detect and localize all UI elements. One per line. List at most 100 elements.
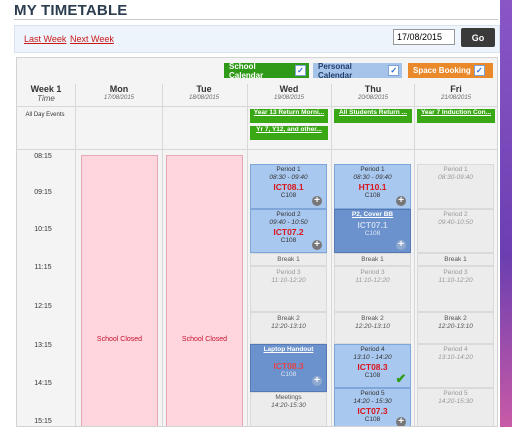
class-code: ICT07.2 (273, 227, 304, 237)
period-time: 11:10-12:20 (271, 277, 306, 284)
period-time: 13:10 - 14:20 (353, 354, 392, 361)
plus-icon[interactable]: + (312, 196, 322, 206)
period-3[interactable]: Period 3 11:10-12:20 (417, 266, 494, 312)
column-divider (414, 84, 415, 426)
lesson-thu-period-4[interactable]: Period 4 13:10 - 14:20 ICT08.3 C108 ✔ (334, 344, 411, 388)
plus-icon[interactable]: + (396, 240, 406, 250)
school-closed-block[interactable]: School Closed (166, 155, 243, 426)
period-name: Period 5 (360, 390, 385, 397)
lesson-thu-period-5[interactable]: Period 5 14:20 - 15:30 ICT07.3 C108 + (334, 388, 411, 426)
plus-icon[interactable]: + (396, 417, 406, 426)
day-date: 18/08/2015 (188, 95, 220, 101)
all-day-event[interactable]: Yr 7, Y12, and other... (250, 126, 328, 140)
day-header-wed: Wed 19/08/2015 (247, 84, 331, 101)
school-closed-label: School Closed (181, 336, 228, 343)
period-5[interactable]: Period 5 14:20-15:30 (417, 388, 494, 426)
last-week-link[interactable]: Last Week (24, 34, 66, 44)
plus-icon[interactable]: + (312, 376, 322, 386)
period-name: Period 4 (443, 346, 468, 353)
day-header-thu: Thu 20/08/2015 (331, 84, 415, 101)
header-divider (17, 106, 497, 107)
event-title: P2, Cover BB (351, 211, 394, 218)
break-1: Break 1 (417, 253, 494, 266)
lesson-thu-period-1[interactable]: Period 1 08:30 - 09:40 HT10.1 C108 + (334, 164, 411, 209)
go-button[interactable]: Go (461, 28, 495, 47)
week-label: Week 1 (30, 84, 62, 94)
window-edge-decoration (500, 0, 512, 427)
break-name: Break 2 (277, 315, 300, 322)
plus-icon[interactable]: + (312, 240, 322, 250)
all-day-event[interactable]: All Students Return ... (334, 109, 412, 123)
check-icon: ✓ (388, 65, 399, 76)
time-label: 09:15 (34, 189, 52, 196)
day-date: 20/08/2015 (357, 95, 389, 101)
time-label: 13:15 (34, 342, 52, 349)
period-3[interactable]: Period 3 11:10-12:20 (250, 266, 327, 312)
room: C108 (364, 230, 381, 237)
period-name: Period 5 (443, 390, 468, 397)
day-header-mon: Mon 17/08/2015 (77, 84, 161, 101)
time-label: 08:15 (34, 153, 52, 160)
school-closed-block[interactable]: School Closed (81, 155, 158, 426)
week-navigation-bar: Last Week Next Week Go (14, 25, 500, 53)
column-divider (162, 84, 163, 426)
period-name: Period 3 (360, 269, 385, 276)
personal-calendar-toggle[interactable]: Personal Calendar ✓ (313, 61, 402, 80)
next-week-link[interactable]: Next Week (70, 34, 114, 44)
all-day-event[interactable]: Year 7 Induction Con... (417, 109, 495, 123)
allday-divider (17, 149, 497, 150)
break-time: 12:20-13:10 (355, 323, 390, 330)
period-1[interactable]: Period 1 08:30-09:40 (417, 164, 494, 209)
space-booking-toggle[interactable]: Space Booking ✓ (408, 63, 493, 78)
personal-calendar-label: Personal Calendar (318, 61, 353, 80)
time-label: 15:15 (34, 418, 52, 425)
period-time: 08:30-09:40 (438, 174, 473, 181)
school-calendar-label: School Calendar (229, 61, 264, 80)
event-title: Laptop Handout (263, 346, 314, 353)
all-day-events-label: All Day Events (25, 112, 65, 118)
date-input[interactable] (393, 29, 455, 45)
column-divider (331, 84, 332, 426)
column-divider (247, 84, 248, 426)
day-date: 19/08/2015 (273, 95, 305, 101)
period-time: 11:10-12:20 (438, 277, 473, 284)
lesson-wed-period-2[interactable]: Period 2 09:40 - 10:50 ICT07.2 C108 + (250, 209, 327, 253)
plus-icon[interactable]: + (396, 196, 406, 206)
school-calendar-toggle[interactable]: School Calendar ✓ (224, 61, 309, 80)
lesson-wed-period-1[interactable]: Period 1 08:30 - 09:40 ICT08.1 C108 + (250, 164, 327, 209)
class-code: ICT08.1 (273, 182, 304, 192)
day-date: 21/08/2015 (440, 95, 472, 101)
period-name: Period 1 (276, 166, 301, 173)
break-2: Break 2 12:20-13:10 (417, 312, 494, 344)
day-header-tue: Tue 18/08/2015 (162, 84, 246, 101)
timetable-grid: School Calendar ✓ Personal Calendar ✓ Sp… (16, 57, 498, 427)
period-4[interactable]: Period 4 13:10-14:20 (417, 344, 494, 388)
cover-lesson-thu-period-2[interactable]: P2, Cover BB ICT07.1 C108 + (334, 209, 411, 253)
break-time: 12:20-13:10 (271, 323, 306, 330)
time-label: 10:15 (34, 226, 52, 233)
all-day-event[interactable]: Year 13 Return Morni... (250, 109, 328, 123)
checkmark-icon: ✔ (395, 371, 407, 386)
day-name: Thu (364, 84, 382, 94)
period-3[interactable]: Period 3 11:10-12:20 (334, 266, 411, 312)
time-column-label: Time (37, 94, 55, 103)
period-time: 11:10-12:20 (355, 277, 390, 284)
period-time: 13:10-14:20 (438, 354, 473, 361)
period-time: 09:40 - 10:50 (269, 219, 308, 226)
period-time: 14:20 - 15:30 (353, 398, 392, 405)
meetings-block[interactable]: Meetings 14:20-15:30 (250, 392, 327, 426)
space-booking-label: Space Booking (413, 66, 471, 75)
break-2: Break 2 12:20-13:10 (250, 312, 327, 344)
day-date: 17/08/2015 (103, 95, 135, 101)
class-code: ICT07.3 (357, 406, 388, 416)
period-name: Period 3 (443, 269, 468, 276)
time-label: 14:15 (34, 380, 52, 387)
day-name: Wed (279, 84, 299, 94)
period-name: Period 3 (276, 269, 301, 276)
meeting-time: 14:20-15:30 (271, 402, 306, 409)
period-time: 09:40-10:50 (438, 219, 473, 226)
day-name: Fri (450, 84, 462, 94)
day-name: Tue (196, 84, 212, 94)
period-2[interactable]: Period 2 09:40-10:50 (417, 209, 494, 253)
laptop-handout-event[interactable]: Laptop Handout ICT08.3 C108 + (250, 344, 327, 392)
